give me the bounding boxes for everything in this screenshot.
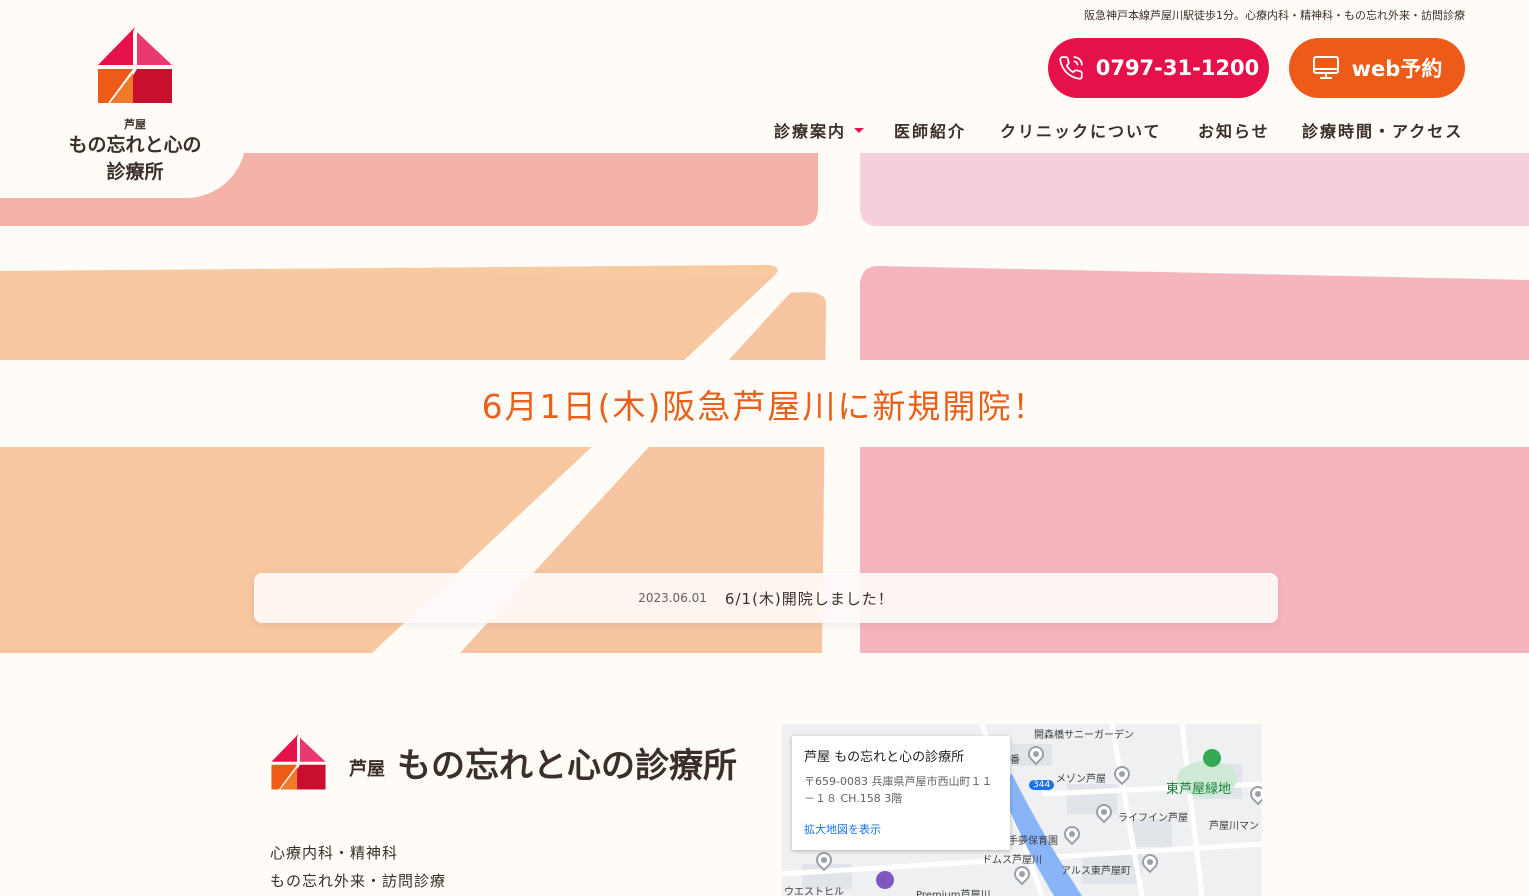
map-info-card: 芦屋 もの忘れと心の診療所 〒659-0083 兵庫県芦屋市西山町１１－１８ C… <box>792 736 1010 850</box>
nav-services-label: 診療案内 <box>774 122 847 141</box>
hero-banner: 6月1日(木)阪急芦屋川に新規開院！ 2023.06.01 6/1(木)開院しま… <box>0 153 1529 653</box>
map-label: 手夢保育園 <box>1008 836 1058 847</box>
news-text: 6/1(木)開院しました！ <box>724 589 894 608</box>
clinic-name: もの忘れと心の診療所 <box>397 746 737 786</box>
header-tagline: 阪急神戸本線芦屋川駅徒歩1分。心療内科・精神科・もの忘れ外来・訪問診療 <box>1084 9 1465 22</box>
nav-news-label: お知らせ <box>1198 122 1270 141</box>
logo-card[interactable]: 芦屋 もの忘れと心の 診療所 <box>0 0 246 198</box>
view-larger-map-link[interactable]: 拡大地図を表示 <box>804 821 998 837</box>
nav-news[interactable]: お知らせ <box>1198 118 1270 142</box>
map-label: 開森橋サニーガーデン <box>1034 730 1134 741</box>
map-label: 番 <box>1010 755 1020 766</box>
news-date: 2023.06.01 <box>638 591 707 605</box>
map-label: 芦屋川マン <box>1209 821 1259 832</box>
clinic-brand: 芦屋 もの忘れと心の診療所 <box>270 734 737 791</box>
map-label: アルス東芦屋町 <box>1061 866 1131 877</box>
map-label: ドムス芦屋川 <box>982 855 1042 866</box>
logo-name: もの忘れと心の 診療所 <box>0 132 270 186</box>
nav-about[interactable]: クリニックについて <box>1000 118 1162 142</box>
logo-name-line1: もの忘れと心の <box>68 134 202 156</box>
map-label: メゾン芦屋 <box>1056 774 1106 785</box>
hero-title: 6月1日(木)阪急芦屋川に新規開院！ <box>481 386 1048 426</box>
map-label: ライフイン芦屋 <box>1118 813 1188 824</box>
nav-access[interactable]: 診療時間・アクセス <box>1302 118 1463 142</box>
google-map[interactable]: 開森橋サニーガーデン メゾン芦屋 東芦屋緑地 ライフイン芦屋 芦屋川マン 手夢保… <box>782 724 1262 896</box>
map-label: Premium芦屋川 <box>916 890 991 896</box>
nav-about-label: クリニックについて <box>1000 122 1162 141</box>
department-line-2: もの忘れ外来・訪問診療 <box>270 872 447 890</box>
nav-access-label: 診療時間・アクセス <box>1302 122 1464 141</box>
phone-number: 0797-31-1200 <box>1095 56 1260 80</box>
logo-name-line2: 診療所 <box>106 161 164 183</box>
department-line-1: 心療内科・精神科 <box>270 844 399 862</box>
logo-prefix: 芦屋 <box>124 118 146 131</box>
clinic-prefix: 芦屋 <box>349 758 385 780</box>
map-card-address: 〒659-0083 兵庫県芦屋市西山町１１－１８ CH.158 3階 <box>804 775 993 805</box>
nav-doctor-label: 医師紹介 <box>894 122 967 141</box>
nav-services[interactable]: 診療案内 <box>774 118 865 142</box>
web-reservation-label: web予約 <box>1351 57 1443 81</box>
park-icon[interactable] <box>1203 749 1221 767</box>
map-card-title: 芦屋 もの忘れと心の診療所 <box>804 750 965 765</box>
news-ticker[interactable]: 2023.06.01 6/1(木)開院しました！ <box>254 573 1278 623</box>
web-reservation-button[interactable]: web予約 <box>1289 38 1465 98</box>
route-badge: 344 <box>1029 780 1055 790</box>
house-logo-icon <box>271 734 326 790</box>
dropdown-caret-icon <box>854 127 865 133</box>
map-label: 東芦屋緑地 <box>1166 782 1232 797</box>
house-logo-icon <box>98 27 172 103</box>
parking-icon[interactable] <box>876 871 894 889</box>
map-label: ウエストヒル <box>784 887 844 896</box>
phone-icon <box>1059 56 1083 80</box>
phone-button[interactable]: 0797-31-1200 <box>1048 38 1269 98</box>
nav-doctor[interactable]: 医師紹介 <box>894 118 966 142</box>
monitor-icon <box>1312 56 1339 79</box>
hero-title-band: 6月1日(木)阪急芦屋川に新規開院！ <box>0 360 1529 447</box>
